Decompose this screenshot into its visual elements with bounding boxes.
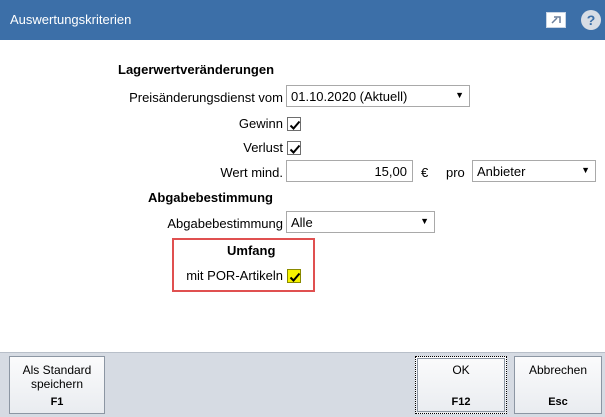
cancel-key: Esc <box>548 396 568 408</box>
cancel-label: Abbrechen <box>528 363 588 377</box>
ok-key: F12 <box>451 396 471 408</box>
ok-button[interactable]: OK F12 <box>415 356 507 414</box>
checkmark-icon <box>289 120 301 130</box>
title-bar: Auswertungskriterien ? <box>0 0 605 40</box>
highlight-box <box>172 238 315 292</box>
gewinn-checkbox[interactable] <box>287 117 301 131</box>
abgabe-value: Alle <box>291 215 313 230</box>
window-title: Auswertungskriterien <box>10 12 132 27</box>
chevron-down-icon: ▼ <box>581 165 590 175</box>
chevron-down-icon: ▼ <box>455 90 464 100</box>
pro-label: pro <box>446 165 465 180</box>
ok-label: OK <box>452 363 470 377</box>
wert-mind-input[interactable]: 15,00 <box>286 160 413 182</box>
help-icon[interactable]: ? <box>581 10 601 30</box>
preisaenderungsdienst-select[interactable]: 01.10.2020 (Aktuell) ▼ <box>286 85 470 107</box>
save-default-line2: speichern <box>30 377 84 391</box>
wert-value: 15,00 <box>374 164 407 179</box>
chevron-down-icon: ▼ <box>420 216 429 226</box>
cancel-button[interactable]: Abbrechen Esc <box>514 356 602 414</box>
wert-label: Wert mind. <box>220 165 283 180</box>
preis-value: 01.10.2020 (Aktuell) <box>291 89 408 104</box>
verlust-label: Verlust <box>243 140 283 155</box>
save-default-line1: Als Standard <box>22 363 92 377</box>
gewinn-label: Gewinn <box>238 116 283 131</box>
criteria-panel: Lagerwertveränderungen Preisänderungsdie… <box>0 40 605 352</box>
footer-bar: Als Standard speichern F1 OK F12 Abbrech… <box>0 352 605 417</box>
pro-select[interactable]: Anbieter ▼ <box>472 160 596 182</box>
window-mode-icon[interactable] <box>546 12 566 28</box>
abgabebestimmung-select[interactable]: Alle ▼ <box>286 211 435 233</box>
verlust-checkbox[interactable] <box>287 141 301 155</box>
pro-value: Anbieter <box>477 164 526 179</box>
save-as-default-button[interactable]: Als Standard speichern F1 <box>9 356 105 414</box>
save-default-key: F1 <box>50 396 64 408</box>
section-heading-abgabe: Abgabebestimmung <box>148 190 273 205</box>
checkmark-icon <box>289 144 301 154</box>
currency-label: € <box>421 165 429 180</box>
section-heading-lager: Lagerwertveränderungen <box>118 62 275 77</box>
abgabe-label: Abgabebestimmung <box>167 216 283 231</box>
preis-label: Preisänderungsdienst vom <box>129 90 283 105</box>
